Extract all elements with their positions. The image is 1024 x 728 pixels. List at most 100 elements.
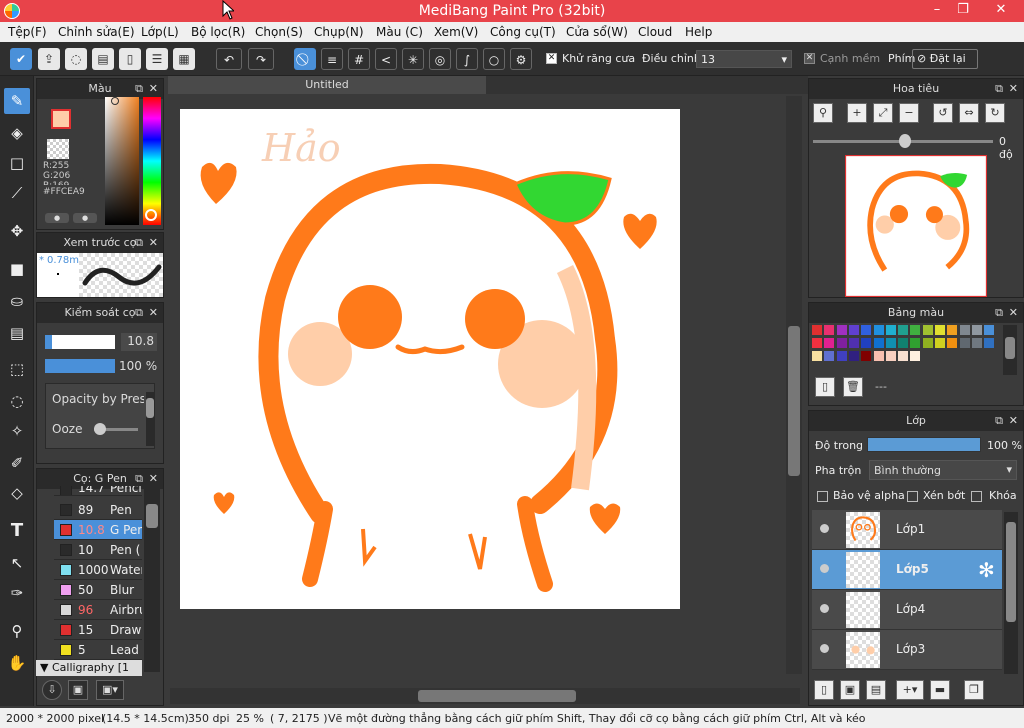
brush-item[interactable]: 10.8 G Pen bbox=[54, 520, 142, 540]
operation-tool-icon[interactable]: ↖ bbox=[4, 550, 30, 576]
palette-swatch[interactable] bbox=[935, 325, 945, 335]
eye-icon[interactable] bbox=[820, 644, 829, 653]
palette-swatch[interactable] bbox=[885, 325, 896, 335]
undock-icon[interactable]: ⧉ bbox=[135, 303, 143, 323]
swap-colors-button[interactable]: ● bbox=[45, 213, 69, 223]
add-brush-icon[interactable]: ▣ bbox=[68, 680, 88, 700]
cloud-download-icon[interactable]: ⇩ bbox=[42, 680, 62, 700]
menu-color[interactable]: Màu (C) bbox=[376, 25, 423, 39]
options-scrollbar[interactable] bbox=[146, 392, 154, 446]
menu-edit[interactable]: Chỉnh sửa(E) bbox=[58, 25, 135, 39]
brush-item[interactable]: 50 Blur bbox=[54, 580, 142, 600]
gear-icon[interactable]: ✻ bbox=[978, 558, 995, 582]
palette-swatch[interactable] bbox=[935, 338, 945, 348]
eye-icon[interactable] bbox=[820, 564, 829, 573]
fill-rect-icon[interactable]: ■ bbox=[4, 256, 30, 282]
palette-swatch[interactable] bbox=[947, 338, 958, 348]
new-halftone-layer-icon[interactable]: ▣ bbox=[840, 680, 860, 700]
menu-select[interactable]: Chọn(S) bbox=[255, 25, 303, 39]
opacity-pressure-option[interactable]: Opacity by Press bbox=[52, 392, 144, 406]
undock-icon[interactable]: ⧉ bbox=[135, 233, 143, 253]
clipping-checkbox[interactable] bbox=[907, 491, 918, 502]
menu-file[interactable]: Tệp(F) bbox=[8, 25, 47, 39]
palette-swatch[interactable] bbox=[971, 325, 982, 335]
drawing-canvas[interactable]: Hảo bbox=[180, 109, 680, 609]
palette-swatch[interactable] bbox=[898, 338, 909, 348]
palette-swatch[interactable] bbox=[836, 325, 847, 335]
foreground-color-swatch[interactable] bbox=[51, 109, 71, 129]
brush-item[interactable]: 15 Drawi bbox=[54, 620, 142, 640]
close-icon[interactable]: ✕ bbox=[149, 469, 158, 489]
rotate-left-icon[interactable]: ↺ bbox=[933, 103, 953, 123]
palette-swatch[interactable] bbox=[922, 325, 933, 335]
transparent-swatch[interactable] bbox=[47, 139, 69, 159]
saturation-value-picker[interactable] bbox=[105, 97, 139, 225]
new-layer-icon[interactable]: ▯ bbox=[814, 680, 834, 700]
close-button[interactable]: ✕ bbox=[986, 1, 1016, 19]
maximize-button[interactable]: ❐ bbox=[948, 1, 978, 19]
palette-swatch[interactable] bbox=[959, 338, 970, 348]
page-icon[interactable]: ▯ bbox=[119, 48, 141, 70]
text-tool-icon[interactable]: T bbox=[4, 518, 30, 544]
trash-icon[interactable]: 🗑 bbox=[843, 377, 863, 397]
palette-swatch[interactable] bbox=[885, 351, 896, 361]
share-icon[interactable]: ⇪ bbox=[38, 48, 60, 70]
select-pen-icon[interactable]: ✐ bbox=[4, 450, 30, 476]
divide-tool-icon[interactable]: ✑ bbox=[4, 580, 30, 606]
hue-slider[interactable] bbox=[143, 97, 161, 225]
brush-group-calligraphy[interactable]: ▼ Calligraphy [1 bbox=[36, 660, 142, 676]
undock-icon[interactable]: ⧉ bbox=[135, 79, 143, 99]
circle-snap-icon[interactable]: ◎ bbox=[429, 48, 451, 70]
eye-icon[interactable] bbox=[820, 604, 829, 613]
tab-untitled[interactable]: Untitled bbox=[168, 76, 486, 94]
rotate-right-icon[interactable]: ↻ bbox=[985, 103, 1005, 123]
palette-swatch[interactable] bbox=[861, 325, 872, 335]
layer-row-1[interactable]: Lớp1 bbox=[812, 510, 1002, 550]
eye-icon[interactable] bbox=[820, 524, 829, 533]
palette-swatch[interactable] bbox=[812, 325, 822, 335]
undock-icon[interactable]: ⧉ bbox=[995, 303, 1003, 323]
reset-button[interactable]: ⊘ Đặt lại bbox=[912, 49, 978, 69]
rectangle-tool-icon[interactable]: □ bbox=[4, 150, 30, 176]
eraser-tool-icon[interactable]: ◈ bbox=[4, 120, 30, 146]
reset-colors-button[interactable]: ● bbox=[73, 213, 97, 223]
eyedropper-icon[interactable]: ⚲ bbox=[4, 618, 30, 644]
curve-snap-icon[interactable]: ∫ bbox=[456, 48, 478, 70]
palette-swatch[interactable] bbox=[848, 338, 859, 348]
bucket-tool-icon[interactable]: ⛀ bbox=[4, 288, 30, 314]
palette-swatch[interactable] bbox=[848, 351, 859, 361]
comment-icon[interactable]: ◌ bbox=[65, 48, 87, 70]
menu-snap[interactable]: Chụp(N) bbox=[314, 25, 364, 39]
palette-swatch[interactable] bbox=[959, 325, 970, 335]
palette-swatch[interactable] bbox=[824, 351, 835, 361]
palette-swatch[interactable] bbox=[910, 338, 921, 348]
gradient-tool-icon[interactable]: ▤ bbox=[4, 320, 30, 346]
brush-size-slider[interactable] bbox=[45, 335, 115, 349]
menu-view[interactable]: Xem(V) bbox=[434, 25, 478, 39]
move-tool-icon[interactable]: ✥ bbox=[4, 218, 30, 244]
palette-swatch[interactable] bbox=[848, 325, 859, 335]
palette-swatch[interactable] bbox=[861, 338, 872, 348]
lock-checkbox[interactable] bbox=[971, 491, 982, 502]
layer-scrollbar[interactable] bbox=[1004, 512, 1018, 674]
undock-icon[interactable]: ⧉ bbox=[995, 411, 1003, 431]
close-icon[interactable]: ✕ bbox=[149, 303, 158, 323]
redo-icon[interactable]: ↷ bbox=[248, 48, 274, 70]
layer-row-3[interactable]: Lớp3 bbox=[812, 630, 1002, 670]
brush-item[interactable]: 96 Airbru bbox=[54, 600, 142, 620]
brush-item[interactable]: 89 Pen bbox=[54, 500, 142, 520]
close-icon[interactable]: ✕ bbox=[149, 79, 158, 99]
menu-tools[interactable]: Công cụ(T) bbox=[490, 25, 556, 39]
palette-swatch[interactable] bbox=[922, 338, 933, 348]
blend-mode-select[interactable]: Bình thường ▾ bbox=[869, 460, 1017, 480]
brush-list-scrollbar[interactable] bbox=[144, 488, 160, 672]
palette-swatch[interactable] bbox=[885, 338, 896, 348]
lasso-tool-icon[interactable]: ◌ bbox=[4, 388, 30, 414]
brush-tool-icon[interactable]: ✎ bbox=[4, 88, 30, 114]
speech-icon[interactable]: ▤ bbox=[92, 48, 114, 70]
menu-filter[interactable]: Bộ lọc(R) bbox=[191, 25, 245, 39]
layer-opacity-slider[interactable] bbox=[867, 437, 981, 452]
palette-swatch[interactable] bbox=[812, 351, 822, 361]
close-icon[interactable]: ✕ bbox=[149, 233, 158, 253]
palette-swatch[interactable] bbox=[836, 338, 847, 348]
